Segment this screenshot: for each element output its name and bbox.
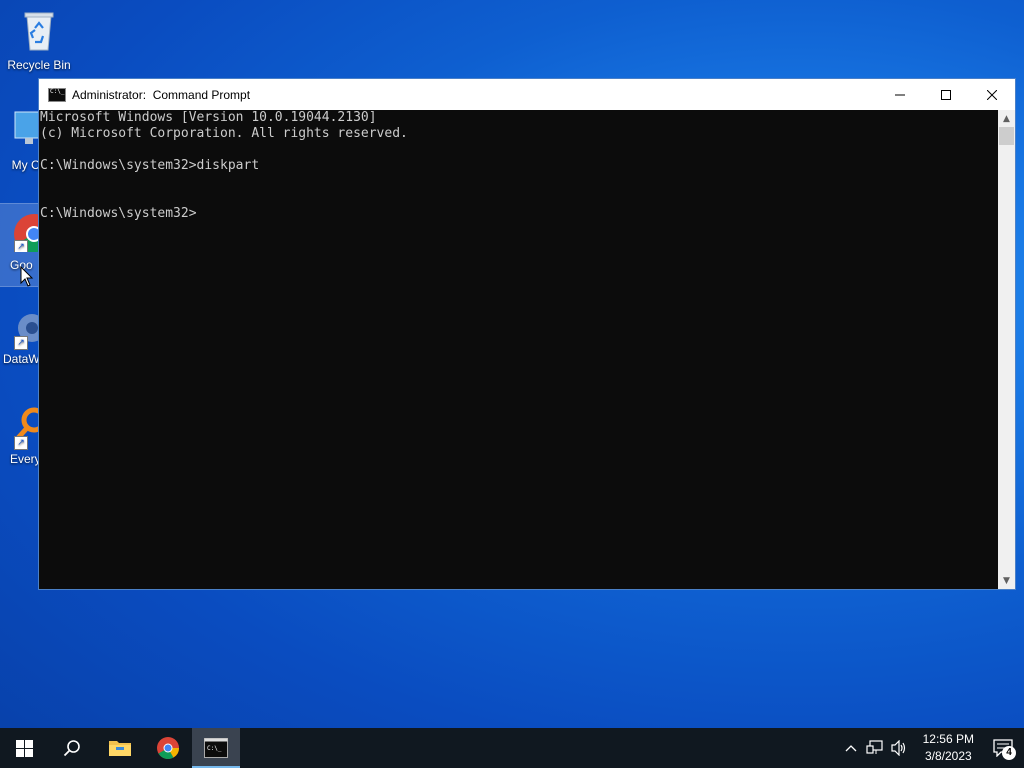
desktop-icon-label: DataW (3, 352, 40, 366)
window-titlebar[interactable]: Administrator: Command Prompt (39, 79, 1015, 110)
volume-icon[interactable] (887, 728, 911, 768)
chrome-icon: ↗ (0, 204, 38, 252)
computer-icon (0, 106, 44, 154)
notification-count-badge: 4 (1002, 746, 1016, 760)
everything-search-icon: ↗ (0, 404, 38, 452)
taskbar-clock[interactable]: 12:56 PM 3/8/2023 (915, 731, 982, 765)
network-icon[interactable] (863, 728, 887, 768)
taskbar-file-explorer[interactable] (96, 728, 144, 768)
taskbar-chrome[interactable] (144, 728, 192, 768)
close-button[interactable] (969, 79, 1015, 110)
file-explorer-icon (109, 741, 131, 756)
vertical-scrollbar[interactable]: ▲ ▼ (998, 110, 1015, 589)
console-line: Microsoft Windows [Version 10.0.19044.21… (40, 110, 377, 125)
desktop-icon-label: Recycle Bin (7, 58, 71, 72)
action-center-button[interactable]: 4 (982, 728, 1024, 768)
scroll-up-icon[interactable]: ▲ (998, 110, 1015, 127)
command-prompt-icon[interactable] (48, 87, 66, 102)
mouse-cursor-icon (20, 265, 34, 292)
console-line: (c) Microsoft Corporation. All rights re… (40, 126, 408, 141)
shortcut-arrow-icon: ↗ (14, 436, 28, 450)
scrollbar-thumb[interactable] (999, 127, 1014, 145)
desktop-icon-label: Every (10, 452, 41, 466)
start-button[interactable] (0, 728, 48, 768)
taskbar-command-prompt[interactable]: C:\_ (192, 728, 240, 768)
clock-date: 3/8/2023 (924, 749, 972, 763)
window-controls (877, 79, 1015, 110)
desktop-icon-datawrapper[interactable]: ↗ DataW (0, 304, 40, 372)
search-button[interactable] (48, 728, 96, 768)
console-line: C:\Windows\system32>diskpart (40, 158, 260, 173)
desktop-icon-recycle-bin[interactable]: Recycle Bin (1, 6, 77, 74)
shortcut-arrow-icon: ↗ (14, 336, 28, 350)
desktop-icon-everything[interactable]: ↗ Every (0, 404, 41, 472)
window-title: Administrator: Command Prompt (72, 87, 251, 102)
search-icon (63, 740, 80, 757)
command-prompt-icon: C:\_ (204, 738, 228, 758)
close-icon (987, 89, 997, 100)
shortcut-arrow-icon: ↗ (14, 240, 28, 252)
chrome-icon (157, 737, 179, 759)
system-tray: 12:56 PM 3/8/2023 4 (839, 728, 1024, 768)
console-prompt-line: C:\Windows\system32> (40, 206, 197, 221)
svg-text:C:\_: C:\_ (207, 745, 222, 752)
minimize-icon (895, 94, 905, 95)
scroll-down-icon[interactable]: ▼ (998, 572, 1015, 589)
recycle-bin-icon (15, 6, 63, 54)
taskbar: C:\_ 12:56 PM 3/8/2023 4 (0, 728, 1024, 768)
show-hidden-icons-icon[interactable] (839, 728, 863, 768)
datawrapper-icon: ↗ (0, 304, 38, 352)
maximize-icon (941, 89, 951, 100)
command-prompt-window[interactable]: Administrator: Command Prompt Microsoft … (38, 78, 1016, 590)
minimize-button[interactable] (877, 79, 923, 110)
console-output[interactable]: Microsoft Windows [Version 10.0.19044.21… (39, 110, 1000, 589)
clock-time: 12:56 PM (922, 732, 974, 746)
windows-start-icon (15, 739, 33, 757)
maximize-button[interactable] (923, 79, 969, 110)
